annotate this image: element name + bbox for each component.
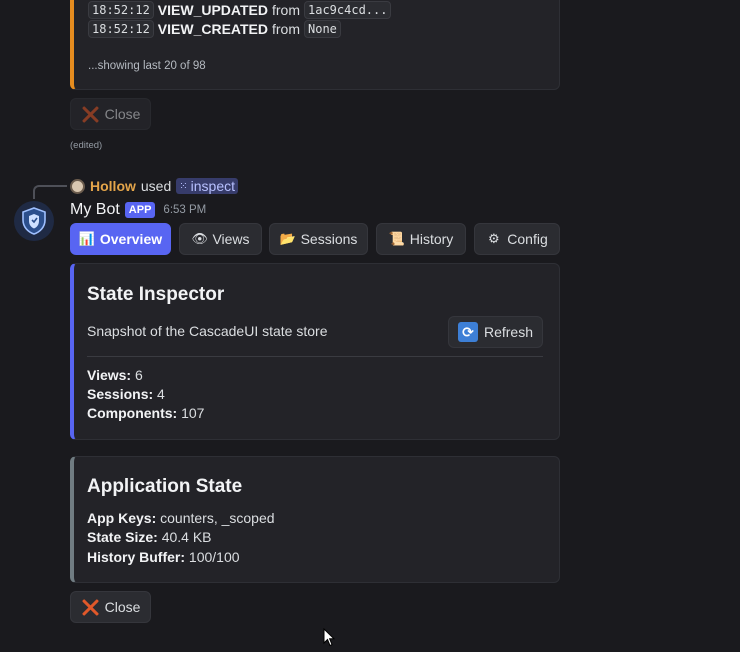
reply-username[interactable]: Hollow [90, 178, 136, 194]
log-event: VIEW_UPDATED [157, 2, 268, 18]
refresh-icon: ⟳ [457, 322, 478, 342]
log-ref: 1ac9c4cd... [304, 1, 392, 19]
field-state-size: State Size: 40.4 KB [87, 529, 212, 545]
field-sessions: Sessions: 4 [87, 386, 165, 402]
scroll-icon: 📜 [388, 231, 405, 246]
log-from: from [272, 21, 300, 37]
tab-label: Config [507, 231, 548, 247]
field-value: counters, _scoped [160, 510, 275, 526]
embed-description: Snapshot of the CascadeUI state store [87, 323, 328, 339]
edited-label: (edited) [70, 140, 103, 151]
close-icon [81, 598, 99, 616]
log-from: from [272, 2, 300, 18]
tab-label: History [409, 231, 454, 247]
state-inspector-embed: State Inspector Snapshot of the CascadeU… [70, 263, 560, 440]
reply-connector [33, 185, 67, 199]
command-icon: ⁙ [179, 180, 188, 192]
field-label: State Size: [87, 529, 158, 545]
divider [87, 356, 543, 357]
command-mention[interactable]: ⁙ inspect [176, 178, 238, 194]
bot-avatar[interactable] [14, 201, 54, 241]
log-ref: None [304, 20, 341, 38]
field-label: Views: [87, 367, 132, 383]
bot-header: My Bot APP 6:53 PM [70, 201, 206, 219]
shield-icon [22, 207, 46, 235]
field-history-buffer: History Buffer: 100/100 [87, 549, 240, 565]
field-value: 40.4 KB [161, 529, 212, 545]
log-line: 18:52:12 VIEW_UPDATED from 1ac9c4cd... [88, 1, 392, 19]
embed-title: Application State [87, 476, 243, 497]
bar-chart-icon: 📊 [78, 231, 96, 246]
gear-icon: ⚙ [487, 231, 500, 246]
tab-label: Sessions [300, 231, 358, 247]
field-value: 107 [181, 405, 205, 421]
tab-label: Views [212, 231, 250, 247]
tab-config[interactable]: ⚙ Config [474, 223, 560, 255]
refresh-label: Refresh [483, 324, 534, 340]
log-line: 18:52:12 VIEW_CREATED from None [88, 20, 341, 38]
close-label: Close [104, 106, 141, 122]
refresh-button[interactable]: ⟳ Refresh [448, 316, 543, 348]
tab-history[interactable]: 📜 History [376, 223, 466, 255]
application-state-embed: Application State App Keys: counters, _s… [70, 456, 560, 583]
field-value: 4 [157, 386, 165, 402]
previous-history-embed: 18:52:12 VIEW_UPDATED from 1ac9c4cd... 1… [70, 0, 560, 90]
close-label: Close [104, 599, 141, 615]
tab-label: Overview [99, 231, 163, 247]
close-button[interactable]: Close [70, 591, 151, 623]
field-label: Sessions: [87, 386, 154, 402]
showing-count: ...showing last 20 of 98 [88, 60, 206, 72]
field-views: Views: 6 [87, 367, 143, 383]
field-app-keys: App Keys: counters, _scoped [87, 510, 275, 526]
tab-views[interactable]: 👁 Views [179, 223, 262, 255]
embed-title: State Inspector [87, 284, 225, 305]
field-label: History Buffer: [87, 549, 186, 565]
folder-icon: 📂 [279, 231, 296, 246]
log-time: 18:52:12 [88, 1, 154, 19]
tab-overview[interactable]: 📊 Overview [70, 223, 171, 255]
command-name: inspect [190, 178, 235, 194]
field-value: 100/100 [188, 549, 240, 565]
mouse-cursor-icon [323, 628, 335, 647]
field-components: Components: 107 [87, 405, 204, 421]
log-event: VIEW_CREATED [157, 21, 268, 37]
eye-icon: 👁 [191, 231, 208, 246]
reply-used-text: used [140, 178, 172, 194]
field-label: Components: [87, 405, 178, 421]
reply-header: Hollow used ⁙ inspect [70, 178, 238, 194]
close-button-disabled: Close [70, 98, 151, 130]
message-timestamp: 6:53 PM [163, 204, 207, 216]
log-time: 18:52:12 [88, 20, 154, 38]
tab-sessions[interactable]: 📂 Sessions [269, 223, 368, 255]
bot-name[interactable]: My Bot [70, 201, 120, 219]
app-badge: APP [124, 202, 156, 218]
user-avatar[interactable] [70, 178, 85, 194]
close-icon [81, 105, 99, 123]
field-label: App Keys: [87, 510, 157, 526]
field-value: 6 [135, 367, 143, 383]
